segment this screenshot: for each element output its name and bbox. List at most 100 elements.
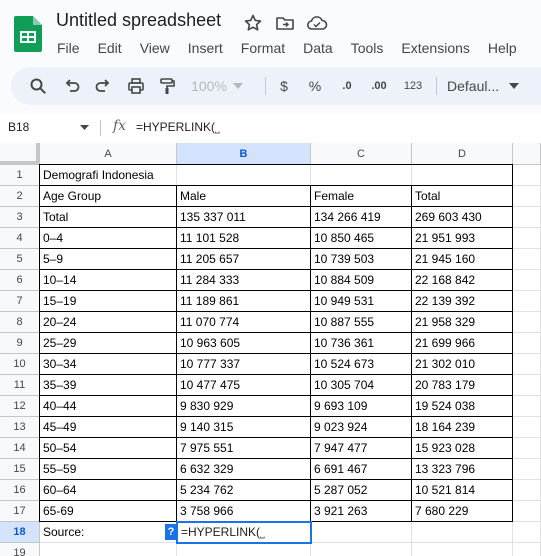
grid-cell[interactable] [513,228,541,249]
menu-format[interactable]: Format [232,38,294,58]
grid-cell[interactable] [513,417,541,438]
cloud-saved-icon[interactable] [306,13,328,33]
grid-cell[interactable] [311,543,412,556]
row-header-19[interactable]: 19 [0,543,40,556]
value-cell[interactable]: 11 284 333 [177,270,311,291]
more-formats-button[interactable]: 123 [402,67,424,105]
value-cell[interactable]: 21 699 966 [412,333,513,354]
value-cell[interactable]: 13 323 796 [412,459,513,480]
value-cell[interactable]: 19 524 038 [412,396,513,417]
select-all-corner[interactable] [0,143,40,165]
header-cell[interactable]: Age Group [40,186,177,207]
value-cell[interactable]: 9 023 924 [311,417,412,438]
age-group-cell[interactable]: 65-69 [40,501,177,522]
redo-icon[interactable] [92,67,114,105]
formula-input[interactable]: =HYPERLINK(⎵ [136,120,220,135]
value-cell[interactable]: 22 168 842 [412,270,513,291]
value-cell[interactable]: 11 070 774 [177,312,311,333]
document-title[interactable]: Untitled spreadsheet [56,10,221,31]
value-cell[interactable]: 269 603 430 [412,207,513,228]
value-cell[interactable]: 21 945 160 [412,249,513,270]
row-header-6[interactable]: 6 [0,270,40,291]
row-header-2[interactable]: 2 [0,186,40,207]
value-cell[interactable]: 9 830 929 [177,396,311,417]
value-cell[interactable]: 10 949 531 [311,291,412,312]
value-cell[interactable]: 10 521 814 [412,480,513,501]
row-header-5[interactable]: 5 [0,249,40,270]
value-cell[interactable]: 10 524 673 [311,354,412,375]
row-header-11[interactable]: 11 [0,375,40,396]
age-group-cell[interactable]: 30–34 [40,354,177,375]
menu-edit[interactable]: Edit [89,38,131,58]
grid-cell[interactable] [513,522,541,543]
value-cell[interactable]: 9 693 109 [311,396,412,417]
grid-cell[interactable] [513,543,541,556]
grid-cell[interactable] [311,522,412,543]
value-cell[interactable]: 22 139 392 [412,291,513,312]
font-family-select[interactable]: Defaul... [447,67,533,105]
value-cell[interactable]: 10 305 704 [311,375,412,396]
name-box[interactable]: B18 [8,120,29,134]
age-group-cell[interactable]: 15–19 [40,291,177,312]
value-cell[interactable]: 21 951 993 [412,228,513,249]
grid-cell[interactable] [513,354,541,375]
age-group-cell[interactable]: 35–39 [40,375,177,396]
grid-cell[interactable] [513,207,541,228]
increase-decimal-button[interactable]: .00 [367,67,391,105]
grid-cell[interactable] [412,543,513,556]
column-header-b[interactable]: B [177,143,311,165]
column-header-a[interactable]: A [40,143,177,165]
row-header-9[interactable]: 9 [0,333,40,354]
move-folder-icon[interactable] [275,13,295,33]
print-icon[interactable] [125,67,147,105]
header-cell[interactable]: Male [177,186,311,207]
value-cell[interactable]: 11 205 657 [177,249,311,270]
column-header-e[interactable] [513,143,541,165]
row-header-15[interactable]: 15 [0,459,40,480]
menu-file[interactable]: File [48,38,89,58]
header-cell[interactable]: Total [412,186,513,207]
value-cell[interactable]: 11 189 861 [177,291,311,312]
grid-cell[interactable] [513,333,541,354]
row-header-16[interactable]: 16 [0,480,40,501]
age-group-cell[interactable]: 50–54 [40,438,177,459]
value-cell[interactable]: 20 783 179 [412,375,513,396]
grid-cell[interactable] [513,165,541,186]
age-group-cell[interactable]: 10–14 [40,270,177,291]
row-header-10[interactable]: 10 [0,354,40,375]
value-cell[interactable]: 6 632 329 [177,459,311,480]
row-header-13[interactable]: 13 [0,417,40,438]
age-group-cell[interactable]: 60–64 [40,480,177,501]
row-header-12[interactable]: 12 [0,396,40,417]
value-cell[interactable]: 18 164 239 [412,417,513,438]
grid-cell[interactable] [513,438,541,459]
value-cell[interactable]: 7 975 551 [177,438,311,459]
row-header-17[interactable]: 17 [0,501,40,522]
age-group-cell[interactable]: 20–24 [40,312,177,333]
row-header-7[interactable]: 7 [0,291,40,312]
active-cell-editor[interactable]: =HYPERLINK(⎵ [176,521,312,544]
grid-cell[interactable] [412,522,513,543]
grid-cell[interactable] [513,291,541,312]
value-cell[interactable]: 10 477 475 [177,375,311,396]
value-cell[interactable]: 10 850 465 [311,228,412,249]
menu-tools[interactable]: Tools [342,38,393,58]
value-cell[interactable]: 11 101 528 [177,228,311,249]
source-label-cell[interactable]: Source: [40,522,177,543]
column-header-c[interactable]: C [311,143,412,165]
format-currency-button[interactable]: $ [275,67,293,105]
age-group-cell[interactable]: 5–9 [40,249,177,270]
value-cell[interactable]: 10 884 509 [311,270,412,291]
value-cell[interactable]: 10 739 503 [311,249,412,270]
row-header-4[interactable]: 4 [0,228,40,249]
value-cell[interactable]: 10 777 337 [177,354,311,375]
value-cell[interactable]: 135 337 011 [177,207,311,228]
value-cell[interactable]: 10 963 605 [177,333,311,354]
decrease-decimal-button[interactable]: .0 [336,67,358,105]
spreadsheet-grid[interactable]: A B C D 1 Demografi Indonesia 2 Age Group Male Fe… [0,143,541,556]
value-cell[interactable]: 5 234 762 [177,480,311,501]
row-header-1[interactable]: 1 [0,165,40,186]
value-cell[interactable]: 21 958 329 [412,312,513,333]
name-box-caret-icon[interactable] [80,125,89,130]
value-cell[interactable]: 9 140 315 [177,417,311,438]
